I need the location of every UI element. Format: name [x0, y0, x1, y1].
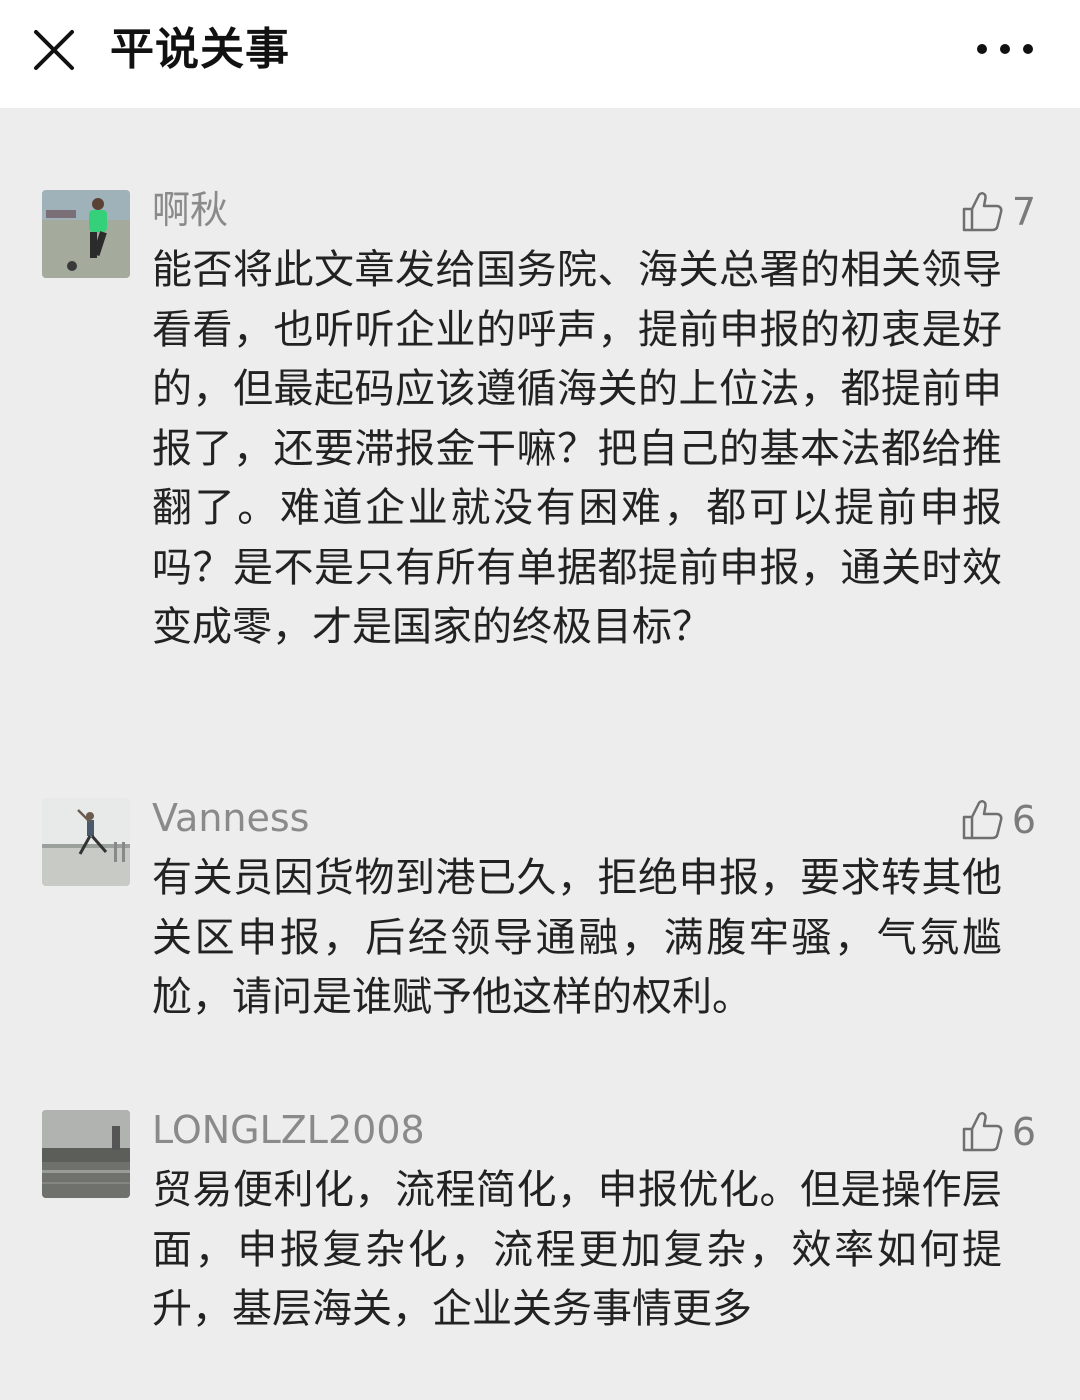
thumbs-up-icon — [962, 192, 1003, 232]
comment-text: 贸易便利化，流程简化，申报优化。但是操作层面，申报复杂化，流程更加复杂，效率如何… — [152, 1167, 1002, 1332]
avatar[interactable] — [42, 798, 130, 886]
comment-author[interactable]: LONGLZL2008 — [152, 1108, 425, 1152]
close-icon — [34, 30, 74, 70]
like-button[interactable]: 6 — [960, 1108, 1036, 1156]
like-count: 6 — [1011, 798, 1036, 842]
like-button[interactable]: 6 — [960, 796, 1036, 844]
avatar[interactable] — [42, 1110, 130, 1198]
like-count: 7 — [1011, 190, 1036, 234]
avatar[interactable] — [42, 190, 130, 278]
more-icon — [977, 44, 1033, 54]
like-button[interactable]: 7 — [960, 188, 1036, 236]
more-button[interactable] — [970, 26, 1040, 72]
comment-author[interactable]: Vanness — [152, 796, 309, 840]
comment-text: 有关员因货物到港已久，拒绝申报，要求转其他关区申报，后经领导通融，满腹牢骚，气氛… — [152, 855, 1002, 1020]
page-title: 平说关事 — [110, 24, 290, 75]
like-count: 6 — [1011, 1110, 1036, 1154]
thumbs-up-icon — [962, 800, 1003, 840]
close-button[interactable] — [26, 22, 82, 78]
thumbs-up-icon — [962, 1112, 1003, 1152]
comment-author[interactable]: 啊秋 — [152, 188, 228, 232]
top-bar: 平说关事 — [0, 0, 1080, 108]
comment-text: 能否将此文章发给国务院、海关总署的相关领导看看，也听听企业的呼声，提前申报的初衷… — [152, 247, 1002, 650]
